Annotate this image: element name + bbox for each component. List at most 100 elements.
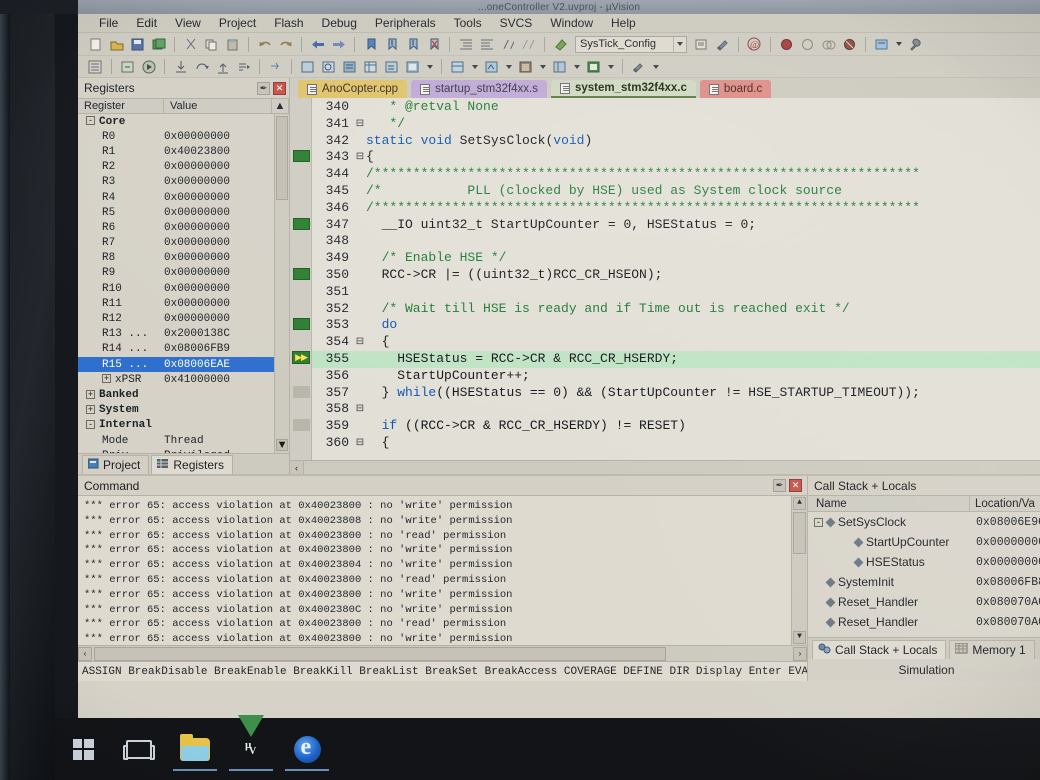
- register-row[interactable]: R7 0x00000000: [78, 236, 289, 251]
- command-input[interactable]: ASSIGN BreakDisable BreakEnable BreakKil…: [78, 661, 807, 681]
- command-vertical-scrollbar[interactable]: ▲ ▼: [791, 496, 807, 645]
- run-icon[interactable]: [139, 58, 158, 76]
- uncomment-icon[interactable]: //.: [519, 35, 538, 53]
- configuration-wizard-icon[interactable]: [872, 35, 891, 53]
- menu-item-flash[interactable]: Flash: [265, 15, 312, 31]
- code-line[interactable]: 355 HSEStatus = RCC->CR & RCC_CR_HSERDY;: [312, 350, 1040, 368]
- internet-explorer-button[interactable]: [279, 718, 335, 780]
- code-line[interactable]: 344 /************************************…: [312, 166, 1040, 183]
- scroll-right-icon[interactable]: ›: [793, 646, 807, 661]
- fold-toggle-icon[interactable]: ⊟: [354, 149, 366, 166]
- menu-item-svcs[interactable]: SVCS: [491, 15, 542, 31]
- undo-icon[interactable]: [255, 35, 274, 53]
- register-row[interactable]: R2 0x00000000: [78, 160, 289, 175]
- system-viewer-icon[interactable]: [584, 58, 603, 76]
- breakpoint-marker[interactable]: [293, 318, 310, 330]
- register-row[interactable]: R13 ... 0x2000138C: [78, 327, 289, 342]
- code-line[interactable]: 350 RCC->CR |= ((uint32_t)RCC_CR_HSEON);: [312, 267, 1040, 284]
- command-horizontal-scrollbar[interactable]: ‹ ›: [78, 645, 807, 661]
- redo-icon[interactable]: [276, 35, 295, 53]
- code-line[interactable]: 341 ⊟ */: [312, 116, 1040, 133]
- register-row[interactable]: R10 0x00000000: [78, 281, 289, 296]
- save-icon[interactable]: [128, 35, 147, 53]
- chevron-down-icon[interactable]: [503, 58, 514, 76]
- column-header-register[interactable]: Register: [78, 99, 164, 113]
- menu-item-file[interactable]: File: [90, 15, 127, 31]
- register-row[interactable]: Mode Thread: [78, 433, 289, 448]
- register-row[interactable]: - Internal: [78, 418, 289, 433]
- menu-item-help[interactable]: Help: [602, 15, 645, 31]
- target-selector-combo[interactable]: SysTick_Config: [575, 35, 687, 53]
- toolbox-icon[interactable]: [629, 58, 648, 76]
- code-line[interactable]: 349 /* Enable HSE */: [312, 250, 1040, 267]
- scrollbar-thumb[interactable]: [94, 646, 666, 661]
- code-line[interactable]: 348: [312, 233, 1040, 250]
- column-header-name[interactable]: Name: [808, 496, 970, 511]
- call-stack-row[interactable]: - SetSysClock 0x08006E9C: [808, 512, 1040, 532]
- disabled-breakpoint-marker[interactable]: [293, 386, 310, 398]
- chevron-down-icon[interactable]: [650, 58, 661, 76]
- call-stack-tree[interactable]: - SetSysClock 0x08006E9C StartUpCounter 0x00…: [808, 512, 1040, 637]
- navigate-back-icon[interactable]: [308, 35, 327, 53]
- editor-tab-anocopter-cpp[interactable]: AnoCopter.cpp: [298, 80, 408, 98]
- registers-scrollbar[interactable]: ▼: [274, 114, 289, 453]
- tab-call-stack-locals[interactable]: Call Stack + Locals: [812, 640, 947, 659]
- target-options-icon[interactable]: [692, 35, 711, 53]
- insert-breakpoint-icon[interactable]: [777, 35, 796, 53]
- scrollbar-thumb[interactable]: [793, 512, 806, 554]
- register-row[interactable]: R0 0x00000000: [78, 129, 289, 144]
- comment-icon[interactable]: //: [498, 35, 517, 53]
- registers-tree[interactable]: - Core R0 0x00000000 R1 0x40023800 R2 0x0000000…: [78, 114, 289, 453]
- fold-toggle-icon[interactable]: ⊟: [354, 334, 366, 351]
- register-row[interactable]: R8 0x00000000: [78, 251, 289, 266]
- chevron-down-icon[interactable]: [673, 36, 686, 52]
- code-line[interactable]: 353 do: [312, 317, 1040, 334]
- expand-icon[interactable]: +: [86, 404, 95, 414]
- start-button[interactable]: [55, 718, 111, 780]
- code-line[interactable]: 354 ⊟ {: [312, 334, 1040, 351]
- start-debug-icon[interactable]: @: [745, 35, 764, 53]
- bookmark-prev-icon[interactable]: [382, 35, 401, 53]
- bookmark-next-icon[interactable]: [403, 35, 422, 53]
- menu-item-project[interactable]: Project: [210, 15, 265, 31]
- tab-memory-1[interactable]: Memory 1: [949, 640, 1035, 659]
- chevron-down-icon[interactable]: [571, 58, 582, 76]
- save-all-icon[interactable]: [149, 35, 168, 53]
- kill-all-breakpoints-icon[interactable]: [840, 35, 859, 53]
- register-row[interactable]: R5 0x00000000: [78, 205, 289, 220]
- analysis-window-icon[interactable]: [516, 58, 535, 76]
- manage-components-icon[interactable]: [713, 35, 732, 53]
- close-icon[interactable]: ✕: [273, 81, 286, 95]
- scroll-up-icon[interactable]: ▲: [793, 497, 806, 510]
- breakpoint-marker[interactable]: [293, 218, 310, 230]
- chevron-down-icon[interactable]: [424, 58, 435, 76]
- symbols-window-icon[interactable]: [340, 58, 359, 76]
- code-view[interactable]: ▶▶ 340 * @retval None 341 ⊟ */342 static vo…: [290, 98, 1040, 460]
- breakpoint-marker[interactable]: [293, 268, 310, 280]
- register-row[interactable]: R6 0x00000000: [78, 220, 289, 235]
- file-explorer-button[interactable]: [167, 718, 223, 780]
- code-line[interactable]: 359 if ((RCC->CR & RCC_CR_HSERDY) != RES…: [312, 418, 1040, 435]
- chevron-down-icon[interactable]: [469, 58, 480, 76]
- serial-window-icon[interactable]: [482, 58, 501, 76]
- fold-toggle-icon[interactable]: ⊟: [354, 116, 366, 133]
- trace-window-icon[interactable]: [550, 58, 569, 76]
- code-line[interactable]: 345 /* PLL (clocked by HSE) used as Syste…: [312, 183, 1040, 200]
- task-view-button[interactable]: [111, 718, 167, 780]
- register-row[interactable]: R1 0x40023800: [78, 144, 289, 159]
- command-window-icon[interactable]: [298, 58, 317, 76]
- bookmark-clear-icon[interactable]: [424, 35, 443, 53]
- call-stack-row[interactable]: Reset_Handler 0x080070A0: [808, 592, 1040, 612]
- expand-icon[interactable]: +: [102, 374, 111, 384]
- register-row[interactable]: + Banked: [78, 387, 289, 402]
- scroll-down-icon[interactable]: ▼: [276, 439, 288, 451]
- open-file-icon[interactable]: [107, 35, 126, 53]
- navigate-forward-icon[interactable]: [329, 35, 348, 53]
- code-line[interactable]: 360 ⊟ {: [312, 435, 1040, 452]
- register-row[interactable]: + xPSR 0x41000000: [78, 372, 289, 387]
- menu-item-tools[interactable]: Tools: [445, 15, 491, 31]
- editor-tab-startup-stm32f4xx-s[interactable]: startup_stm32f4xx.s: [411, 80, 547, 98]
- show-statement-icon[interactable]: [266, 58, 285, 76]
- tab-project[interactable]: Project: [82, 455, 150, 474]
- column-header-location[interactable]: Location/Va: [970, 496, 1040, 511]
